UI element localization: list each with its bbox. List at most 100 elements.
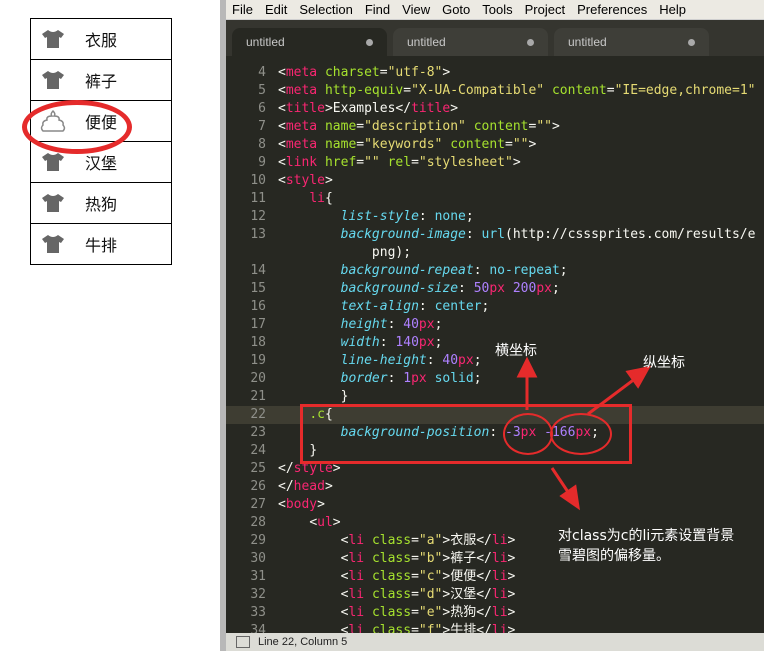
x-coordinate-label: 横坐标 — [495, 343, 537, 359]
code-text: text-align: center; — [340, 299, 490, 314]
tshirt-icon — [39, 66, 67, 94]
line-number: 30 — [250, 551, 266, 566]
line-number: 25 — [250, 461, 266, 476]
unsaved-dot-icon[interactable] — [688, 38, 695, 46]
code-line[interactable]: 20 border: 1px solid; — [226, 370, 764, 388]
code-line[interactable]: 7 <meta name="description" content=""> — [226, 118, 764, 136]
line-number: 11 — [250, 191, 266, 206]
code-text: <ul> — [309, 515, 341, 530]
code-text: <meta name="keywords" content=""> — [278, 137, 537, 152]
code-line[interactable]: 25 </style> — [226, 460, 764, 478]
code-text: } — [340, 389, 349, 404]
editor-window: File Edit Selection Find View Goto Tools Projec… — [220, 0, 764, 651]
code-text: <li class="c">便便</li> — [340, 569, 516, 584]
code-line[interactable]: 22 .c{ — [226, 406, 764, 424]
code-line[interactable]: 5 <meta http-equiv="X-UA-Compatible" cont… — [226, 82, 764, 100]
code-line[interactable]: 6 <title>Examples</title> — [226, 100, 764, 118]
code-text: <link href="" rel="stylesheet"> — [278, 155, 521, 170]
line-number: 31 — [250, 569, 266, 584]
menu-goto[interactable]: Goto — [436, 2, 476, 17]
code-line[interactable]: 4 <meta charset="utf-8"> — [226, 64, 764, 82]
menu-view[interactable]: View — [396, 2, 436, 17]
code-line[interactable]: 23 background-position: -3px -166px; — [226, 424, 764, 442]
sprite-preview-list: 衣服 裤子便便汉堡热狗牛排 — [30, 18, 172, 265]
line-number: 17 — [250, 317, 266, 332]
annotation-note-line1: 对class为c的li元素设置背景 — [558, 528, 735, 544]
menu-help[interactable]: Help — [653, 2, 692, 17]
code-text: height: 40px; — [340, 317, 443, 332]
code-line[interactable]: 10 <style> — [226, 172, 764, 190]
preview-list-item: 衣服 — [30, 18, 172, 60]
line-number: 5 — [258, 83, 266, 98]
code-line[interactable]: 14 background-repeat: no-repeat; — [226, 262, 764, 280]
code-line[interactable]: 26 </head> — [226, 478, 764, 496]
line-number: 19 — [250, 353, 266, 368]
tab-label: untitled — [568, 35, 607, 49]
code-text: <meta http-equiv="X-UA-Compatible" conte… — [278, 83, 756, 98]
code-text: <meta name="description" content=""> — [278, 119, 560, 134]
code-line[interactable]: 12 list-style: none; — [226, 208, 764, 226]
line-number: 20 — [250, 371, 266, 386]
preview-list-item: 热狗 — [30, 183, 172, 224]
code-line[interactable]: 24 } — [226, 442, 764, 460]
code-text: .c{ — [309, 407, 333, 422]
line-number: 16 — [250, 299, 266, 314]
code-line[interactable]: 15 background-size: 50px 200px; — [226, 280, 764, 298]
code-line[interactable]: 17 height: 40px; — [226, 316, 764, 334]
menu-preferences[interactable]: Preferences — [571, 2, 653, 17]
code-text: <body> — [278, 497, 325, 512]
tshirt-icon — [39, 25, 67, 53]
code-text: <li class="b">裤子</li> — [340, 551, 516, 566]
line-number: 8 — [258, 137, 266, 152]
code-text: <li class="d">汉堡</li> — [340, 587, 516, 602]
code-line[interactable]: 13 background-image: url(http://csssprit… — [226, 226, 764, 244]
editor-tab[interactable]: untitled — [554, 28, 709, 56]
tab-bar: ◀ ▶ untitleduntitleduntitled — [226, 20, 764, 56]
code-line[interactable]: 21 } — [226, 388, 764, 406]
code-line[interactable]: 27 <body> — [226, 496, 764, 514]
code-line[interactable]: png); — [226, 244, 764, 262]
code-line[interactable]: 9 <link href="" rel="stylesheet"> — [226, 154, 764, 172]
preview-list-item: 牛排 — [30, 224, 172, 265]
tab-label: untitled — [246, 35, 285, 49]
menu-edit[interactable]: Edit — [259, 2, 293, 17]
preview-list-item: 汉堡 — [30, 142, 172, 183]
line-number: 29 — [250, 533, 266, 548]
code-line[interactable]: 32 <li class="d">汉堡</li> — [226, 586, 764, 604]
menu-file[interactable]: File — [226, 2, 259, 17]
menu-tools[interactable]: Tools — [476, 2, 518, 17]
menu-find[interactable]: Find — [359, 2, 396, 17]
preview-item-label: 便便 — [85, 113, 118, 132]
line-number: 24 — [250, 443, 266, 458]
line-number: 7 — [258, 119, 266, 134]
editor-tab[interactable]: untitled — [232, 28, 387, 56]
code-text: line-height: 40px; — [340, 353, 482, 368]
tshirt-icon — [39, 148, 67, 176]
code-line[interactable]: 30 <li class="b">裤子</li> — [226, 550, 764, 568]
preview-list-item: 裤子 — [30, 60, 172, 101]
line-number: 21 — [250, 389, 266, 404]
code-line[interactable]: 11 li{ — [226, 190, 764, 208]
annotation-note-line2: 雪碧图的偏移量。 — [558, 548, 670, 564]
code-line[interactable]: 31 <li class="c">便便</li> — [226, 568, 764, 586]
preview-item-label: 热狗 — [85, 195, 118, 214]
status-panel-icon[interactable] — [236, 636, 250, 648]
unsaved-dot-icon[interactable] — [527, 38, 534, 46]
poop-icon — [39, 107, 67, 135]
code-line[interactable]: 16 text-align: center; — [226, 298, 764, 316]
tshirt-icon — [39, 189, 67, 217]
status-bar: Line 22, Column 5 — [226, 633, 764, 651]
menu-selection[interactable]: Selection — [293, 2, 358, 17]
status-text: Line 22, Column 5 — [258, 636, 348, 648]
preview-item-label: 汉堡 — [85, 154, 118, 173]
line-number: 6 — [258, 101, 266, 116]
unsaved-dot-icon[interactable] — [366, 38, 373, 46]
menu-project[interactable]: Project — [519, 2, 571, 17]
code-line[interactable]: 8 <meta name="keywords" content=""> — [226, 136, 764, 154]
line-number: 12 — [250, 209, 266, 224]
line-number: 23 — [250, 425, 266, 440]
code-text: <li class="a">衣服</li> — [340, 533, 516, 548]
code-line[interactable]: 33 <li class="e">热狗</li> — [226, 604, 764, 622]
editor-tab[interactable]: untitled — [393, 28, 548, 56]
line-number: 28 — [250, 515, 266, 530]
